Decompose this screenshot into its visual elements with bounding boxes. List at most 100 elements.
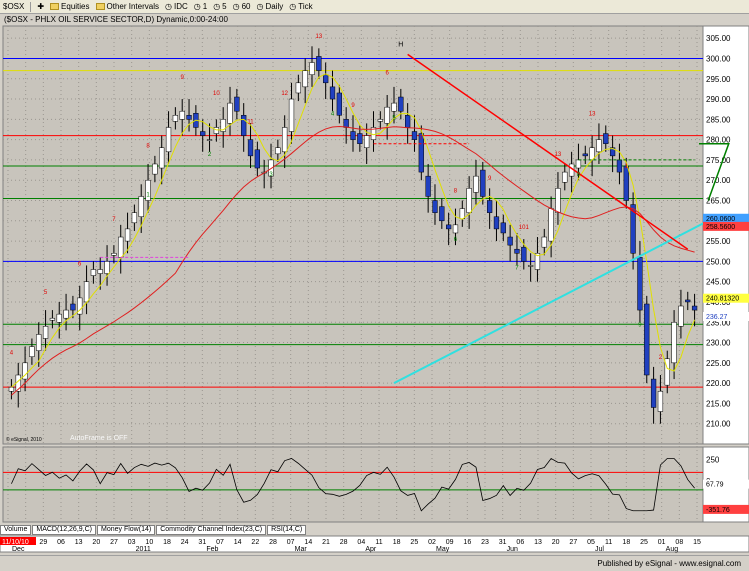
day-tick-label: 07 xyxy=(287,539,295,546)
candle-body xyxy=(350,131,356,140)
tab-money-flow[interactable]: Money Flow(14) xyxy=(97,525,156,535)
candle-body xyxy=(316,56,322,71)
price-tick-label: 250.00 xyxy=(706,257,731,266)
candle-body xyxy=(200,131,206,136)
count-label-red: 12 xyxy=(281,91,288,97)
day-tick-label: 05 xyxy=(587,539,595,546)
candle-body xyxy=(329,86,336,100)
candle-body xyxy=(275,147,281,155)
candle-body xyxy=(405,115,411,128)
month-tick-label: May xyxy=(436,546,450,553)
day-tick-label: 18 xyxy=(163,539,171,546)
day-tick-label: 06 xyxy=(57,539,65,546)
candle-body xyxy=(63,309,69,319)
candle-body xyxy=(111,253,117,256)
day-tick-label: 18 xyxy=(622,539,630,546)
indicator-value-label: 67.79 xyxy=(706,482,724,489)
candle-body xyxy=(452,224,459,234)
candle-body xyxy=(473,175,479,193)
day-tick-label: 14 xyxy=(234,539,242,546)
price-tick-label: 215.00 xyxy=(706,399,731,408)
count-label-red: 13 xyxy=(589,111,596,117)
price-tick-label: 220.00 xyxy=(706,379,731,388)
price-label: 236.27 xyxy=(706,314,728,321)
day-tick-label: 25 xyxy=(410,539,418,546)
candle-body xyxy=(124,228,131,242)
candle-body xyxy=(336,92,342,116)
month-tick-label: Apr xyxy=(365,546,377,553)
candle-body xyxy=(521,246,527,262)
candle-body xyxy=(118,236,124,258)
tab-rsi[interactable]: RSI(14,C) xyxy=(267,525,307,535)
count-label-red: 101 xyxy=(519,225,530,231)
price-tick-label: 270.00 xyxy=(706,176,731,185)
candle-body xyxy=(637,257,643,311)
month-tick-label: Aug xyxy=(666,546,679,553)
day-tick-label: 20 xyxy=(92,539,100,546)
candle-body xyxy=(309,62,315,75)
footer-credit: Published by eSignal - www.esignal.com xyxy=(0,555,749,570)
watermark: © eSignal, 2010 xyxy=(6,436,42,443)
study-tabs: Volume MACD(12,26,9,C) Money Flow(14) Co… xyxy=(0,525,703,535)
price-tick-label: 285.00 xyxy=(706,115,731,124)
month-tick-label: Feb xyxy=(206,546,218,553)
candle-body xyxy=(480,169,486,197)
month-tick-label: Dec xyxy=(12,546,25,553)
candle-body xyxy=(644,303,650,376)
candle-body xyxy=(29,346,35,357)
candle-body xyxy=(70,303,76,311)
candle-body xyxy=(691,305,698,311)
tab-volume[interactable]: Volume xyxy=(0,525,32,535)
day-tick-label: 10 xyxy=(145,539,153,546)
day-tick-label: 27 xyxy=(110,539,118,546)
candle-body xyxy=(493,216,500,230)
price-label: 260.0600 xyxy=(706,216,735,223)
day-tick-label: 25 xyxy=(640,539,648,546)
candle-body xyxy=(432,200,438,213)
candle-body xyxy=(172,115,179,122)
month-tick-label: Mar xyxy=(295,546,308,553)
price-chart[interactable]: 305.00300.00295.00290.00285.00280.00275.… xyxy=(0,0,749,570)
candle-body xyxy=(507,236,513,246)
day-tick-label: 28 xyxy=(340,539,348,546)
indicator-value-label: -351.76 xyxy=(706,507,730,514)
candle-body xyxy=(548,208,554,242)
day-tick-label: 29 xyxy=(39,539,47,546)
price-tick-label: 305.00 xyxy=(706,34,731,43)
price-tick-label: 210.00 xyxy=(706,420,731,429)
day-tick-label: 31 xyxy=(198,539,206,546)
price-tick-label: 290.00 xyxy=(706,95,731,104)
candle-body xyxy=(486,200,493,213)
count-label-h: H xyxy=(398,41,403,48)
candle-body xyxy=(343,119,349,128)
candle-body xyxy=(446,224,452,230)
candle-body xyxy=(131,212,138,224)
price-tick-label: 300.00 xyxy=(706,54,731,63)
price-panel xyxy=(2,25,704,445)
tab-cci[interactable]: Commodity Channel Index(23,C) xyxy=(156,525,267,535)
candle-body xyxy=(227,102,233,124)
candle-body xyxy=(247,139,254,157)
candle-body xyxy=(650,378,657,408)
candle-body xyxy=(152,163,158,175)
date-label: 11/10/10 xyxy=(2,539,29,546)
candle-body xyxy=(186,115,192,120)
candle-body xyxy=(213,127,220,134)
day-tick-label: 23 xyxy=(481,539,489,546)
autoframe-note: AutoFrame is OFF xyxy=(70,435,128,442)
price-tick-label: 295.00 xyxy=(706,75,731,84)
candle-body xyxy=(439,206,445,222)
candle-body xyxy=(83,281,90,303)
day-tick-label: 04 xyxy=(357,539,365,546)
candle-body xyxy=(42,326,49,339)
month-tick-label: Jun xyxy=(507,546,518,553)
tab-macd[interactable]: MACD(12,26,9,C) xyxy=(32,525,96,535)
candle-body xyxy=(555,188,561,213)
candle-body xyxy=(514,248,520,254)
candle-body xyxy=(623,165,629,201)
price-tick-label: 230.00 xyxy=(706,339,731,348)
candle-body xyxy=(500,222,506,234)
candle-body xyxy=(466,188,472,213)
candle-body xyxy=(357,133,363,144)
candle-body xyxy=(104,261,110,274)
